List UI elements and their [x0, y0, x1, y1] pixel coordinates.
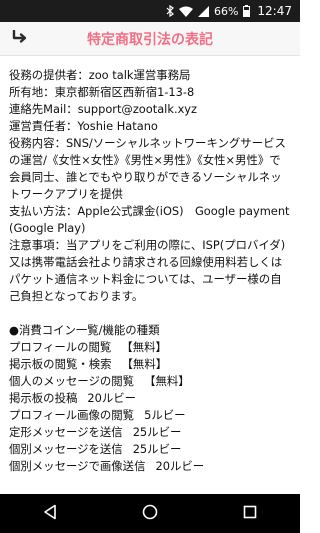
back-button[interactable]: [0, 22, 40, 56]
coin-item: 個人のメッセージの閲覧 【無料】: [9, 373, 291, 390]
nav-back-button[interactable]: [20, 494, 80, 533]
nav-recents-icon: [243, 504, 257, 523]
page-title: 特定商取引法の表記: [87, 31, 213, 48]
nav-home-icon: [142, 504, 158, 524]
coin-item-name: 掲示板の閲覧・検索: [9, 357, 112, 371]
wifi-icon: [178, 6, 193, 17]
coin-item-name: 定形メッセージを送信: [9, 425, 123, 439]
coin-item: 掲示板の閲覧・検索 【無料】: [9, 356, 291, 373]
coin-item: 掲示板の投稿 20ルビー: [9, 390, 291, 407]
coin-item-cost: 20ルビー: [87, 391, 137, 405]
manager-line: 運営責任者：Yoshie Hatano: [9, 119, 158, 133]
back-arrow-icon: [11, 29, 29, 48]
coin-item-cost: 【無料】: [121, 340, 167, 354]
coin-item-name: 個人のメッセージの閲覧: [9, 374, 135, 388]
coin-item: 個別メッセージで画像送信 20ルビー: [9, 458, 291, 475]
coin-item-name: プロフィール画像の閲覧: [9, 408, 135, 422]
coin-item: プロフィール画像の閲覧 5ルビー: [9, 407, 291, 424]
coin-item-name: 個別メッセージで画像送信: [9, 459, 146, 473]
status-bar: 66% 12:47: [0, 0, 300, 22]
coin-item-cost: 25ルビー: [132, 442, 182, 456]
payment-method-line: 支払い方法：Apple公式課金(iOS) Google payment(Goog…: [9, 204, 290, 235]
coin-item-cost: 【無料】: [144, 374, 190, 388]
coin-item: 個別メッセージを送信 25ルビー: [9, 441, 291, 458]
address-line: 所有地：東京都新宿区西新宿1-13-8: [9, 85, 195, 99]
app-bar: 特定商取引法の表記: [0, 22, 300, 56]
coin-item-cost: 【無料】: [121, 357, 168, 371]
legal-notice-content[interactable]: 役務の提供者：zoo talk運営事務局 所有地：東京都新宿区西新宿1-13-8…: [0, 57, 300, 494]
provider-line: 役務の提供者：zoo talk運営事務局: [9, 68, 191, 82]
battery-icon: [243, 5, 251, 17]
battery-percent: 66%: [213, 4, 239, 18]
coin-item-name: 個別メッセージを送信: [9, 442, 123, 456]
coin-list-heading: ●消費コイン一覧/機能の種類: [9, 323, 160, 337]
coin-item-cost: 20ルビー: [155, 459, 205, 473]
coin-item-name: 掲示板の投稿: [9, 391, 78, 405]
nav-home-button[interactable]: [120, 494, 180, 533]
coin-item-name: プロフィールの閲覧: [9, 340, 112, 354]
system-nav-bar: [0, 494, 300, 533]
nav-back-icon: [43, 504, 57, 524]
coin-item-cost: 25ルビー: [132, 425, 182, 439]
contact-mail-line: 連絡先Mail：support@zootalk.xyz: [9, 102, 198, 116]
coin-item: プロフィールの閲覧 【無料】: [9, 339, 291, 356]
notes-line: 注意事項：当アプリをご利用の際に、ISP(プロバイダ)又は携帯電話会社より請求さ…: [9, 238, 286, 303]
nav-recents-button[interactable]: [220, 494, 280, 533]
bluetooth-icon: [166, 5, 174, 17]
service-content-line: 役務内容：SNS/ソーシャルネットワーキングサービスの運営/《女性×女性》《男性…: [9, 136, 286, 201]
coin-item: 定形メッセージを送信 25ルビー: [9, 424, 291, 441]
coin-item-cost: 5ルビー: [144, 408, 186, 422]
cell-signal-icon: [197, 5, 209, 17]
clock: 12:47: [257, 4, 292, 18]
